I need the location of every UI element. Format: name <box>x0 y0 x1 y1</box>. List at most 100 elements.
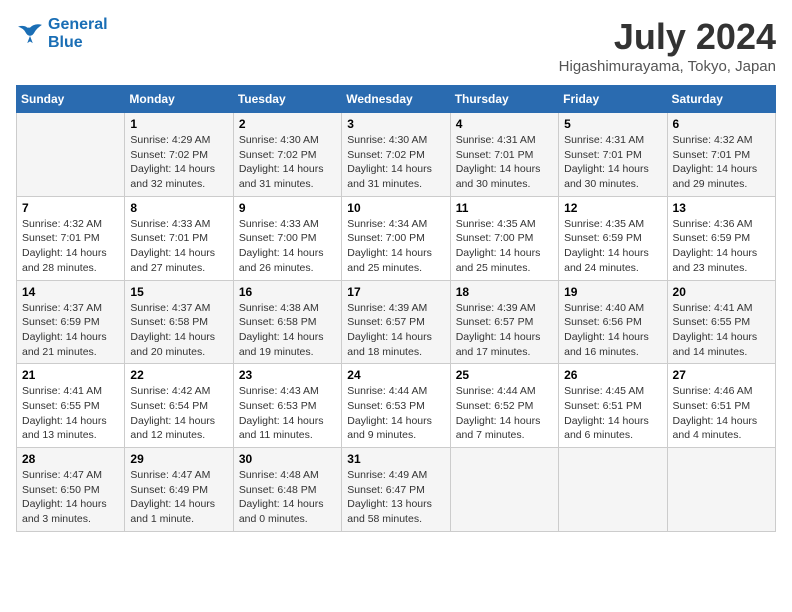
day-info: Sunrise: 4:37 AM Sunset: 6:59 PM Dayligh… <box>22 301 119 360</box>
calendar-cell: 13 Sunrise: 4:36 AM Sunset: 6:59 PM Dayli… <box>667 196 775 280</box>
calendar-cell: 25 Sunrise: 4:44 AM Sunset: 6:52 PM Dayli… <box>450 364 558 448</box>
calendar-body: 1 Sunrise: 4:29 AM Sunset: 7:02 PM Daylig… <box>17 113 776 532</box>
calendar-cell: 27Sunrise: 4:46 AM Sunset: 6:51 PM Dayli… <box>667 364 775 448</box>
calendar-cell <box>667 448 775 532</box>
day-info: Sunrise: 4:32 AM Sunset: 7:01 PM Dayligh… <box>22 217 119 276</box>
calendar-cell: 9Sunrise: 4:33 AM Sunset: 7:00 PM Daylig… <box>233 196 341 280</box>
page-header: General Blue July 2024 Higashimurayama, … <box>16 16 776 75</box>
calendar-cell: 29 Sunrise: 4:47 AM Sunset: 6:49 PM Dayli… <box>125 448 233 532</box>
calendar-cell: 21 Sunrise: 4:41 AM Sunset: 6:55 PM Dayli… <box>17 364 125 448</box>
calendar-cell: 12Sunrise: 4:35 AM Sunset: 6:59 PM Dayli… <box>559 196 667 280</box>
header-tuesday: Tuesday <box>233 86 341 113</box>
calendar-cell: 28 Sunrise: 4:47 AM Sunset: 6:50 PM Dayli… <box>17 448 125 532</box>
calendar-cell: 23Sunrise: 4:43 AM Sunset: 6:53 PM Dayli… <box>233 364 341 448</box>
logo: General Blue <box>16 16 108 51</box>
day-info: Sunrise: 4:33 AM Sunset: 7:01 PM Dayligh… <box>130 217 227 276</box>
calendar-week-5: 28 Sunrise: 4:47 AM Sunset: 6:50 PM Dayli… <box>17 448 776 532</box>
day-info: Sunrise: 4:48 AM Sunset: 6:48 PM Dayligh… <box>239 468 336 527</box>
day-info: Sunrise: 4:39 AM Sunset: 6:57 PM Dayligh… <box>456 301 553 360</box>
calendar-cell: 31 Sunrise: 4:49 AM Sunset: 6:47 PM Dayli… <box>342 448 450 532</box>
day-number: 27 <box>673 368 770 382</box>
day-info: Sunrise: 4:44 AM Sunset: 6:52 PM Dayligh… <box>456 384 553 443</box>
calendar-week-2: 7 Sunrise: 4:32 AM Sunset: 7:01 PM Daylig… <box>17 196 776 280</box>
day-number: 12 <box>564 201 661 215</box>
day-number: 31 <box>347 452 444 466</box>
calendar-cell: 2 Sunrise: 4:30 AM Sunset: 7:02 PM Daylig… <box>233 113 341 197</box>
day-number: 25 <box>456 368 553 382</box>
day-number: 11 <box>456 201 553 215</box>
calendar-cell: 4Sunrise: 4:31 AM Sunset: 7:01 PM Daylig… <box>450 113 558 197</box>
day-number: 14 <box>22 285 119 299</box>
calendar-cell <box>450 448 558 532</box>
calendar-cell: 15Sunrise: 4:37 AM Sunset: 6:58 PM Dayli… <box>125 280 233 364</box>
calendar-cell: 8 Sunrise: 4:33 AM Sunset: 7:01 PM Daylig… <box>125 196 233 280</box>
day-number: 21 <box>22 368 119 382</box>
calendar-cell: 6 Sunrise: 4:32 AM Sunset: 7:01 PM Daylig… <box>667 113 775 197</box>
day-info: Sunrise: 4:49 AM Sunset: 6:47 PM Dayligh… <box>347 468 444 527</box>
calendar-cell: 10Sunrise: 4:34 AM Sunset: 7:00 PM Dayli… <box>342 196 450 280</box>
day-info: Sunrise: 4:40 AM Sunset: 6:56 PM Dayligh… <box>564 301 661 360</box>
day-number: 16 <box>239 285 336 299</box>
day-info: Sunrise: 4:33 AM Sunset: 7:00 PM Dayligh… <box>239 217 336 276</box>
calendar-header: Sunday Monday Tuesday Wednesday Thursday… <box>17 86 776 113</box>
day-info: Sunrise: 4:45 AM Sunset: 6:51 PM Dayligh… <box>564 384 661 443</box>
day-info: Sunrise: 4:44 AM Sunset: 6:53 PM Dayligh… <box>347 384 444 443</box>
day-number: 10 <box>347 201 444 215</box>
day-info: Sunrise: 4:29 AM Sunset: 7:02 PM Dayligh… <box>130 133 227 192</box>
day-info: Sunrise: 4:43 AM Sunset: 6:53 PM Dayligh… <box>239 384 336 443</box>
calendar-cell: 18Sunrise: 4:39 AM Sunset: 6:57 PM Dayli… <box>450 280 558 364</box>
calendar-cell: 11 Sunrise: 4:35 AM Sunset: 7:00 PM Dayli… <box>450 196 558 280</box>
logo-icon <box>16 23 44 45</box>
day-number: 1 <box>130 117 227 131</box>
day-info: Sunrise: 4:30 AM Sunset: 7:02 PM Dayligh… <box>347 133 444 192</box>
day-number: 2 <box>239 117 336 131</box>
day-info: Sunrise: 4:36 AM Sunset: 6:59 PM Dayligh… <box>673 217 770 276</box>
day-number: 5 <box>564 117 661 131</box>
calendar-cell: 16Sunrise: 4:38 AM Sunset: 6:58 PM Dayli… <box>233 280 341 364</box>
day-info: Sunrise: 4:47 AM Sunset: 6:50 PM Dayligh… <box>22 468 119 527</box>
day-number: 7 <box>22 201 119 215</box>
day-number: 24 <box>347 368 444 382</box>
day-info: Sunrise: 4:31 AM Sunset: 7:01 PM Dayligh… <box>564 133 661 192</box>
calendar-cell: 7 Sunrise: 4:32 AM Sunset: 7:01 PM Daylig… <box>17 196 125 280</box>
day-number: 28 <box>22 452 119 466</box>
calendar-week-1: 1 Sunrise: 4:29 AM Sunset: 7:02 PM Daylig… <box>17 113 776 197</box>
calendar-cell: 26 Sunrise: 4:45 AM Sunset: 6:51 PM Dayli… <box>559 364 667 448</box>
calendar-week-3: 14 Sunrise: 4:37 AM Sunset: 6:59 PM Dayli… <box>17 280 776 364</box>
month-title: July 2024 <box>559 16 776 58</box>
day-number: 26 <box>564 368 661 382</box>
day-number: 29 <box>130 452 227 466</box>
day-number: 30 <box>239 452 336 466</box>
day-number: 13 <box>673 201 770 215</box>
calendar-cell: 3 Sunrise: 4:30 AM Sunset: 7:02 PM Daylig… <box>342 113 450 197</box>
day-info: Sunrise: 4:42 AM Sunset: 6:54 PM Dayligh… <box>130 384 227 443</box>
calendar-table: Sunday Monday Tuesday Wednesday Thursday… <box>16 85 776 532</box>
day-number: 17 <box>347 285 444 299</box>
day-number: 3 <box>347 117 444 131</box>
calendar-cell: 14 Sunrise: 4:37 AM Sunset: 6:59 PM Dayli… <box>17 280 125 364</box>
calendar-cell: 24 Sunrise: 4:44 AM Sunset: 6:53 PM Dayli… <box>342 364 450 448</box>
day-number: 20 <box>673 285 770 299</box>
header-wednesday: Wednesday <box>342 86 450 113</box>
day-info: Sunrise: 4:41 AM Sunset: 6:55 PM Dayligh… <box>673 301 770 360</box>
location-title: Higashimurayama, Tokyo, Japan <box>559 58 776 75</box>
calendar-cell: 22Sunrise: 4:42 AM Sunset: 6:54 PM Dayli… <box>125 364 233 448</box>
header-thursday: Thursday <box>450 86 558 113</box>
calendar-week-4: 21 Sunrise: 4:41 AM Sunset: 6:55 PM Dayli… <box>17 364 776 448</box>
day-number: 8 <box>130 201 227 215</box>
calendar-cell: 20 Sunrise: 4:41 AM Sunset: 6:55 PM Dayli… <box>667 280 775 364</box>
calendar-cell: 1 Sunrise: 4:29 AM Sunset: 7:02 PM Daylig… <box>125 113 233 197</box>
day-number: 19 <box>564 285 661 299</box>
calendar-cell: 17Sunrise: 4:39 AM Sunset: 6:57 PM Dayli… <box>342 280 450 364</box>
day-info: Sunrise: 4:35 AM Sunset: 7:00 PM Dayligh… <box>456 217 553 276</box>
day-info: Sunrise: 4:32 AM Sunset: 7:01 PM Dayligh… <box>673 133 770 192</box>
header-row: Sunday Monday Tuesday Wednesday Thursday… <box>17 86 776 113</box>
day-info: Sunrise: 4:41 AM Sunset: 6:55 PM Dayligh… <box>22 384 119 443</box>
day-info: Sunrise: 4:30 AM Sunset: 7:02 PM Dayligh… <box>239 133 336 192</box>
calendar-cell: 5 Sunrise: 4:31 AM Sunset: 7:01 PM Daylig… <box>559 113 667 197</box>
day-info: Sunrise: 4:37 AM Sunset: 6:58 PM Dayligh… <box>130 301 227 360</box>
day-info: Sunrise: 4:47 AM Sunset: 6:49 PM Dayligh… <box>130 468 227 527</box>
calendar-cell: 19 Sunrise: 4:40 AM Sunset: 6:56 PM Dayli… <box>559 280 667 364</box>
day-number: 6 <box>673 117 770 131</box>
header-friday: Friday <box>559 86 667 113</box>
